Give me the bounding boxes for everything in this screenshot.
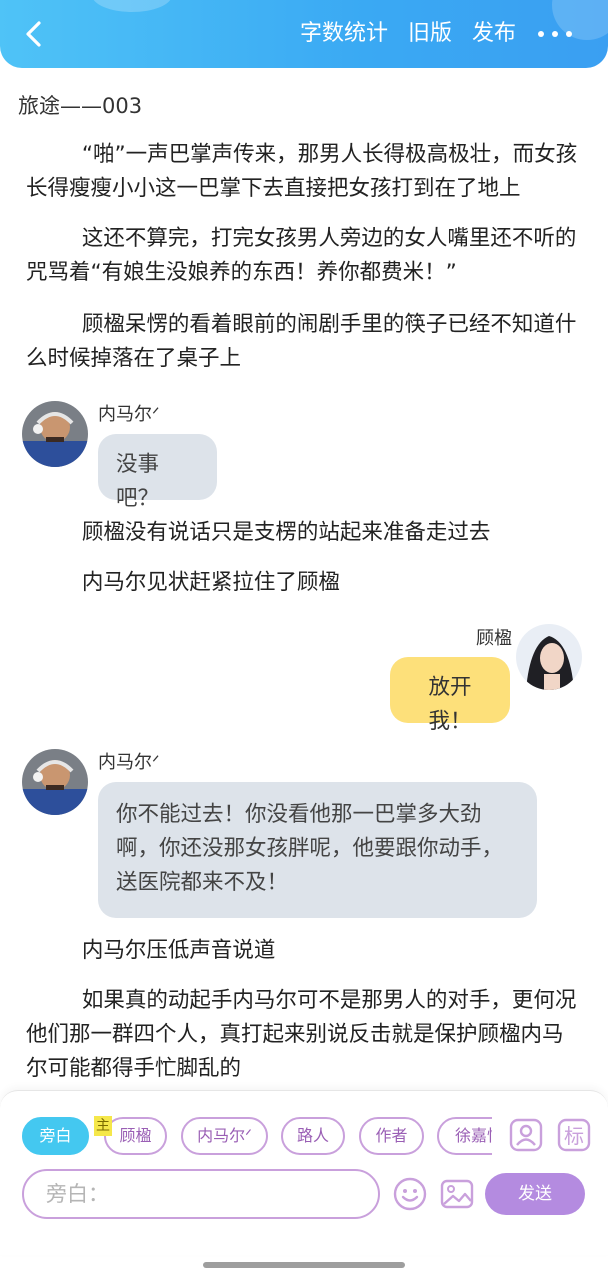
role-chip-neymar[interactable]: 内马尔ᐟ <box>181 1117 268 1155</box>
narration-paragraph[interactable]: 顾楹没有说话只是支楞的站起来准备走过去 <box>26 516 582 550</box>
more-dots-icon <box>566 31 572 37</box>
more-dots-icon <box>538 31 544 37</box>
speaker-name: 内马尔ᐟ <box>98 752 160 773</box>
smiley-icon <box>393 1177 427 1211</box>
publish-button[interactable]: 发布 <box>472 20 516 48</box>
narration-paragraph[interactable]: 顾楹呆愣的看着眼前的闹剧手里的筷子已经不知道什么时候掉落在了桌子上 <box>26 308 582 376</box>
role-chip-narrator[interactable]: 旁白 <box>22 1117 89 1155</box>
image-button[interactable] <box>439 1176 475 1212</box>
chapter-title: 旅途——003 <box>18 94 143 118</box>
role-chip-guying[interactable]: 顾楹 <box>104 1117 167 1155</box>
word-count-button[interactable]: 字数统计 <box>300 20 388 48</box>
tag-icon: 标 <box>557 1118 591 1152</box>
old-version-button[interactable]: 旧版 <box>408 20 452 48</box>
home-indicator <box>203 1262 405 1268</box>
message-bubble[interactable]: 你不能过去！你没看他那一巴掌多大劲啊，你还没那女孩胖呢，他要跟你动手，送医院都来… <box>98 782 537 918</box>
avatar-neymar[interactable] <box>22 401 88 467</box>
message-bubble[interactable]: 没事吧？ <box>98 434 217 511</box>
role-chip-passerby[interactable]: 路人 <box>281 1117 345 1155</box>
character-manage-button[interactable] <box>508 1117 544 1153</box>
emoji-button[interactable] <box>392 1176 428 1212</box>
role-selector: 旁白 顾楹 内马尔ᐟ 路人 作者 徐嘉怡 <box>0 1115 492 1157</box>
chevron-left-icon <box>26 21 41 47</box>
story-content: 旅途——003 “啪”一声巴掌声传来，那男人长得极高极壮，而女孩长得瘦瘦小小这一… <box>0 68 608 1090</box>
protagonist-badge: 主 <box>94 1116 112 1136</box>
speaker-name: 顾楹 <box>476 628 512 649</box>
narration-paragraph[interactable]: 如果真的动起手内马尔可不是那男人的对手，更何况他们那一群四个人，真打起来别说反击… <box>26 984 582 1086</box>
avatar-guying[interactable] <box>516 624 582 690</box>
back-button[interactable] <box>14 14 54 54</box>
narration-paragraph[interactable]: 这还不算完，打完女孩男人旁边的女人嘴里还不听的咒骂着“有娘生没娘养的东西！养你都… <box>26 222 582 290</box>
person-icon <box>509 1118 543 1152</box>
avatar-neymar[interactable] <box>22 749 88 815</box>
more-menu-button[interactable] <box>538 20 572 48</box>
send-button[interactable]: 发送 <box>485 1173 585 1215</box>
header-decoration <box>92 0 172 12</box>
more-dots-icon <box>552 31 558 37</box>
narration-paragraph[interactable]: “啪”一声巴掌声传来，那男人长得极高极壮，而女孩长得瘦瘦小小这一巴掌下去直接把女… <box>26 138 582 206</box>
narration-paragraph[interactable]: 内马尔见状赶紧拉住了顾楹 <box>26 566 582 600</box>
message-bubble[interactable]: 放开我！ <box>390 657 510 734</box>
speaker-name: 内马尔ᐟ <box>98 404 160 425</box>
top-bar: 字数统计 旧版 发布 <box>0 0 608 68</box>
image-icon <box>440 1179 474 1209</box>
role-chip-author[interactable]: 作者 <box>359 1117 424 1155</box>
narration-paragraph[interactable]: 内马尔压低声音说道 <box>26 934 582 968</box>
tag-button[interactable]: 标 <box>556 1117 592 1153</box>
role-chip-xujiayi[interactable]: 徐嘉怡 <box>437 1117 492 1155</box>
svg-text:标: 标 <box>564 1124 584 1148</box>
message-input[interactable]: 旁白： <box>22 1169 380 1219</box>
